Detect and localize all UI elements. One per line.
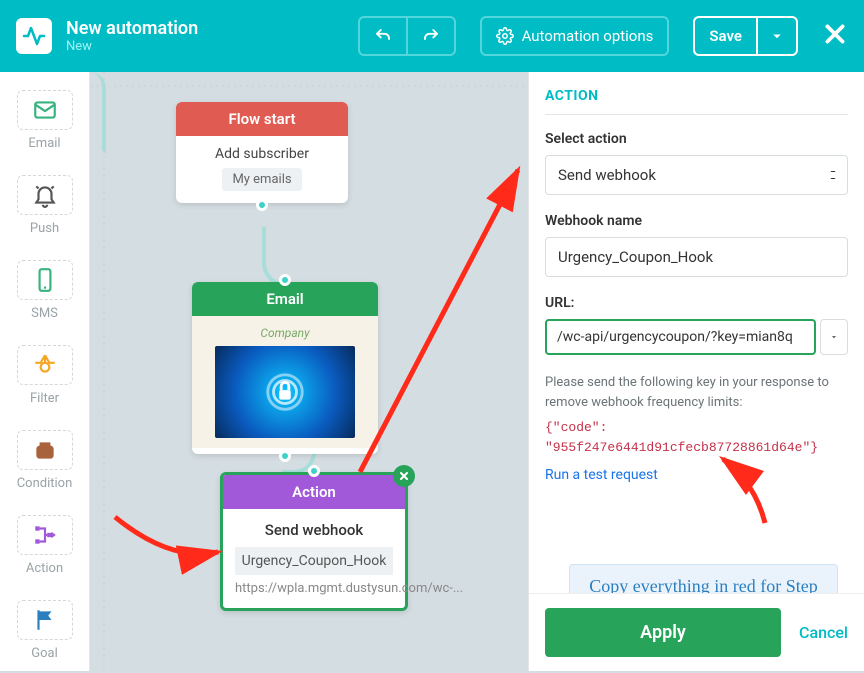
sidebar-item-label: Email <box>28 136 60 151</box>
lock-icon <box>262 369 308 415</box>
connector <box>90 72 106 154</box>
undo-button[interactable] <box>358 16 407 56</box>
annotation-callout: Copy everything in red for Step 3 <box>569 564 838 593</box>
email-company-label: Company <box>200 326 370 340</box>
app-logo <box>16 18 52 54</box>
email-thumbnail: Company <box>192 316 378 448</box>
apply-button[interactable]: Apply <box>545 608 781 657</box>
url-label: URL: <box>545 295 848 311</box>
undo-redo-group <box>358 16 456 56</box>
node-flow-start[interactable]: Flow start Add subscriber My emails <box>176 102 348 203</box>
email-icon <box>32 97 58 123</box>
select-action-label: Select action <box>545 131 848 147</box>
node-header: Action <box>223 475 405 509</box>
header-bar: New automation New Automation options Sa… <box>0 0 864 72</box>
node-line: Urgency_Coupon_Hook <box>235 547 393 575</box>
node-line: https://wpla.mgmt.dustysun.com/wc-... <box>231 581 397 596</box>
node-port[interactable] <box>308 465 320 477</box>
webhook-key-code: {"code": "955f247e6441d91cfecb87728861d6… <box>545 418 848 457</box>
sidebar-item-condition[interactable]: Condition <box>0 418 89 503</box>
bell-icon <box>32 182 58 208</box>
help-text: Please send the following key in your re… <box>545 373 848 412</box>
page-title: New automation <box>66 18 198 39</box>
redo-icon <box>422 27 440 45</box>
gear-icon <box>496 27 514 45</box>
caret-down-icon <box>829 332 839 342</box>
url-input[interactable] <box>545 319 816 355</box>
sidebar-item-label: Action <box>26 561 63 576</box>
sidebar-item-push[interactable]: Push <box>0 163 89 248</box>
automation-options-button[interactable]: Automation options <box>480 16 670 56</box>
close-button[interactable] <box>822 17 848 55</box>
sidebar-item-label: SMS <box>31 306 58 321</box>
sidebar-item-action[interactable]: Action <box>0 503 89 588</box>
sidebar-item-label: Condition <box>17 476 73 491</box>
flag-icon <box>32 607 58 633</box>
automation-options-label: Automation options <box>522 27 654 45</box>
undo-icon <box>374 27 392 45</box>
element-sidebar: Email Push SMS Filter Condition Action G… <box>0 72 90 671</box>
annotation-arrow <box>705 453 785 537</box>
sidebar-item-sms[interactable]: SMS <box>0 248 89 333</box>
annotation-arrow <box>110 512 230 576</box>
select-action-dropdown[interactable]: Send webhook <box>545 155 848 195</box>
panel-footer: Apply Cancel <box>529 593 864 671</box>
node-port[interactable] <box>279 450 291 462</box>
redo-button[interactable] <box>407 16 456 56</box>
node-delete-button[interactable] <box>393 465 415 487</box>
webhook-name-label: Webhook name <box>545 213 848 229</box>
save-button[interactable]: Save <box>693 16 757 56</box>
sidebar-item-label: Filter <box>30 391 59 406</box>
sidebar-item-label: Push <box>30 221 59 236</box>
sidebar-item-email[interactable]: Email <box>0 78 89 163</box>
action-panel: ACTION Select action Send webhook Webhoo… <box>528 72 864 671</box>
filter-icon <box>32 352 58 378</box>
node-line: Send webhook <box>231 521 397 539</box>
url-variables-button[interactable] <box>820 319 849 355</box>
node-header: Flow start <box>176 102 348 136</box>
test-request-link[interactable]: Run a test request <box>545 467 658 483</box>
node-action[interactable]: Action Send webhook Urgency_Coupon_Hook … <box>220 472 408 611</box>
flow-canvas[interactable]: Flow start Add subscriber My emails Emai… <box>90 72 528 671</box>
page-subtitle: New <box>66 39 198 54</box>
title-block: New automation New <box>66 18 198 54</box>
sidebar-item-label: Goal <box>31 646 58 661</box>
node-line: Add subscriber <box>186 146 338 162</box>
node-header: Email <box>192 282 378 316</box>
node-port[interactable] <box>256 199 268 211</box>
webhook-name-input[interactable] <box>545 237 848 277</box>
caret-down-icon <box>768 27 786 45</box>
pulse-icon <box>22 24 46 48</box>
save-group: Save <box>693 16 798 56</box>
cancel-button[interactable]: Cancel <box>799 623 848 642</box>
close-icon <box>822 21 848 47</box>
sidebar-item-filter[interactable]: Filter <box>0 333 89 418</box>
action-icon <box>32 522 58 548</box>
sidebar-item-goal[interactable]: Goal <box>0 588 89 673</box>
phone-icon <box>32 267 58 293</box>
close-icon <box>398 470 410 482</box>
node-tag: My emails <box>222 168 301 191</box>
condition-icon <box>32 437 58 463</box>
node-port[interactable] <box>279 274 291 286</box>
save-dropdown-button[interactable] <box>757 16 798 56</box>
node-email[interactable]: Email Company <box>192 282 378 454</box>
panel-heading: ACTION <box>545 88 848 115</box>
